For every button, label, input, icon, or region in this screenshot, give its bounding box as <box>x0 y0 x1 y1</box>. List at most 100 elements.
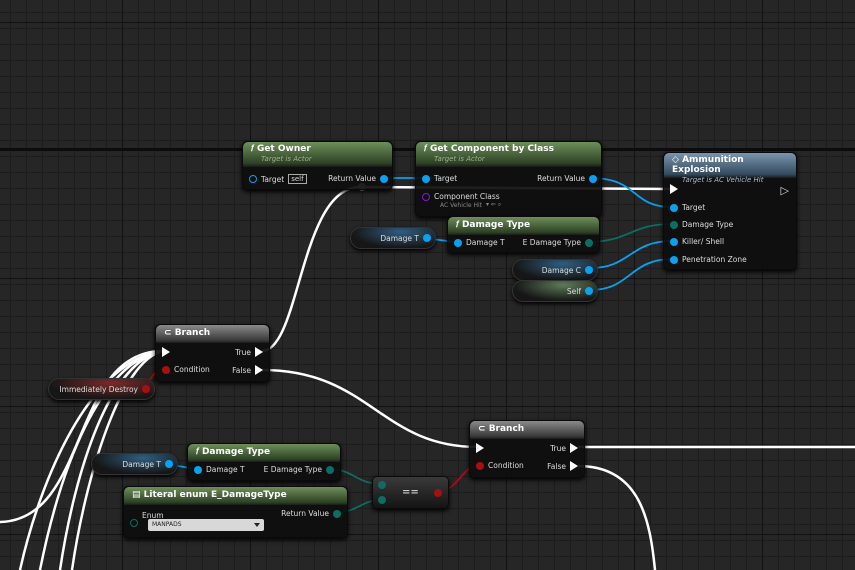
pin-label: Penetration Zone <box>682 255 747 264</box>
component-class-pin[interactable]: Component Class <box>422 192 500 201</box>
exec-icon <box>670 184 678 194</box>
object-pin-icon <box>670 255 678 264</box>
literal-enum-node[interactable]: ▤ Literal enum E_DamageType Enum MANPADS… <box>123 486 348 538</box>
true-pin[interactable]: True <box>550 443 578 453</box>
pin-label: Killer/ Shell <box>682 237 725 246</box>
condition-pin[interactable]: Condition <box>162 365 210 374</box>
node-header: ⊂ Branch <box>156 325 269 343</box>
object-pin-icon <box>670 203 678 212</box>
node-subtitle: Target is Actor <box>261 155 312 163</box>
target-pin[interactable]: Target <box>670 203 705 212</box>
target-pin[interactable]: Target <box>422 174 457 183</box>
node-title: Damage Type <box>201 447 271 457</box>
node-header: 𝑓 Get Owner Target is Actor <box>243 142 392 167</box>
object-pin-icon <box>454 238 462 247</box>
damage-type-node-2[interactable]: 𝑓 Damage Type Damage T E Damage Type <box>187 443 341 481</box>
damage-t-pin[interactable]: Damage T <box>194 465 245 474</box>
exec-hollow-icon: ▷ <box>780 184 789 197</box>
wire-damagec-killer <box>590 240 673 269</box>
bool-pin-icon <box>434 489 442 497</box>
input-b-pin[interactable] <box>378 496 386 504</box>
damage-t-pin[interactable]: Damage T <box>454 238 505 247</box>
pin-label: Return Value <box>537 174 585 183</box>
object-pin-icon <box>165 460 173 468</box>
input-a-pin[interactable] <box>378 481 386 489</box>
pin-label: Condition <box>488 461 524 470</box>
e-damage-type-pin[interactable]: E Damage Type <box>523 238 593 247</box>
immediately-destroy-variable[interactable]: Immediately Destroy <box>48 378 155 400</box>
object-pin-icon <box>423 234 431 242</box>
self-default[interactable]: self <box>288 174 307 184</box>
exec-icon <box>476 443 484 453</box>
node-title: Damage Type <box>461 220 531 230</box>
node-header: 𝑓 Damage Type <box>188 444 340 462</box>
node-title: Branch <box>488 424 525 434</box>
pin-label: True <box>550 443 566 453</box>
node-title: Get Component by Class <box>429 144 554 154</box>
pin-label: Target <box>434 174 458 183</box>
node-subtitle: Target is AC Vehicle Hit <box>682 176 764 184</box>
enum-pin-icon <box>378 496 386 504</box>
equals-node[interactable]: == <box>372 476 449 509</box>
exec-in-pin[interactable] <box>162 347 170 357</box>
false-pin[interactable]: False <box>547 461 578 471</box>
enum-pin-icon <box>326 465 334 474</box>
result-pin[interactable] <box>434 489 442 497</box>
bool-pin-icon <box>142 385 150 393</box>
pin-label: Damage T <box>206 465 245 474</box>
node-title: Literal enum E_DamageType <box>143 490 287 500</box>
pin-label: Target <box>261 174 285 184</box>
bool-pin-icon <box>162 365 170 374</box>
ammunition-explosion-node[interactable]: ◇ Ammunition Explosion Target is AC Vehic… <box>663 152 797 270</box>
penetration-zone-pin[interactable]: Penetration Zone <box>670 255 747 264</box>
damage-c-variable[interactable]: Damage C <box>512 259 598 281</box>
condition-pin[interactable]: Condition <box>476 461 524 470</box>
get-component-node[interactable]: 𝑓 Get Component by Class Target is Actor … <box>415 141 602 217</box>
return-value-pin[interactable]: Return Value <box>328 174 388 183</box>
damage-t-variable[interactable]: Damage T <box>350 227 436 249</box>
target-pin[interactable]: Target self <box>249 174 307 184</box>
pin-label: E Damage Type <box>263 465 322 474</box>
false-pin[interactable]: False <box>232 365 263 375</box>
component-class-select[interactable]: AC Vehicle Hit ▾ ⇐ ⌕ <box>440 201 501 209</box>
node-title: Branch <box>174 328 211 338</box>
e-damage-type-pin[interactable]: E Damage Type <box>264 465 334 474</box>
branch-node-1[interactable]: ⊂ Branch Condition True False <box>155 324 270 382</box>
pin-label: Damage T <box>466 238 505 247</box>
exec-icon <box>255 347 263 357</box>
pin-label: Target <box>682 203 706 212</box>
chevron-down-icon <box>254 523 260 527</box>
variable-label: Self <box>566 286 581 296</box>
pin-label: Return Value <box>281 509 329 518</box>
damage-type-node[interactable]: 𝑓 Damage Type Damage T E Damage Type <box>447 216 600 253</box>
damage-type-pin[interactable]: Damage Type <box>670 220 733 229</box>
enum-pin-icon <box>130 519 138 527</box>
exec-out-pin[interactable]: ▷ <box>781 184 789 197</box>
enum-pin-icon <box>585 238 593 247</box>
exec-in-pin[interactable] <box>476 443 484 453</box>
self-variable[interactable]: Self <box>512 280 598 302</box>
true-pin[interactable]: True <box>235 347 263 357</box>
pin-label: True <box>235 347 251 357</box>
dropdown-value: MANPADS <box>152 521 182 528</box>
get-owner-node[interactable]: 𝑓 Get Owner Target is Actor Target self Re… <box>242 141 393 190</box>
wire-self-zone <box>590 258 673 291</box>
branch-node-2[interactable]: ⊂ Branch Condition True False <box>469 420 585 478</box>
exec-wire-branch1-false <box>261 368 479 449</box>
return-value-pin[interactable]: Return Value <box>537 174 597 183</box>
exec-icon <box>570 461 578 471</box>
killer-shell-pin[interactable]: Killer/ Shell <box>670 237 724 246</box>
damage-t-variable-2[interactable]: Damage T <box>91 453 178 475</box>
class-value: AC Vehicle Hit <box>440 201 482 209</box>
object-pin-icon <box>589 174 597 183</box>
variable-label: Damage T <box>380 233 419 243</box>
wire-component-target <box>589 177 673 208</box>
node-header: ⊂ Branch <box>470 421 584 439</box>
exec-in-pin[interactable] <box>670 184 678 194</box>
return-value-pin[interactable]: Return Value <box>281 509 341 518</box>
exec-icon <box>570 443 578 453</box>
variable-label: Damage T <box>122 459 161 469</box>
enum-dropdown[interactable]: MANPADS <box>148 519 264 531</box>
node-header: ▤ Literal enum E_DamageType <box>124 487 347 505</box>
object-pin-icon <box>670 237 678 246</box>
